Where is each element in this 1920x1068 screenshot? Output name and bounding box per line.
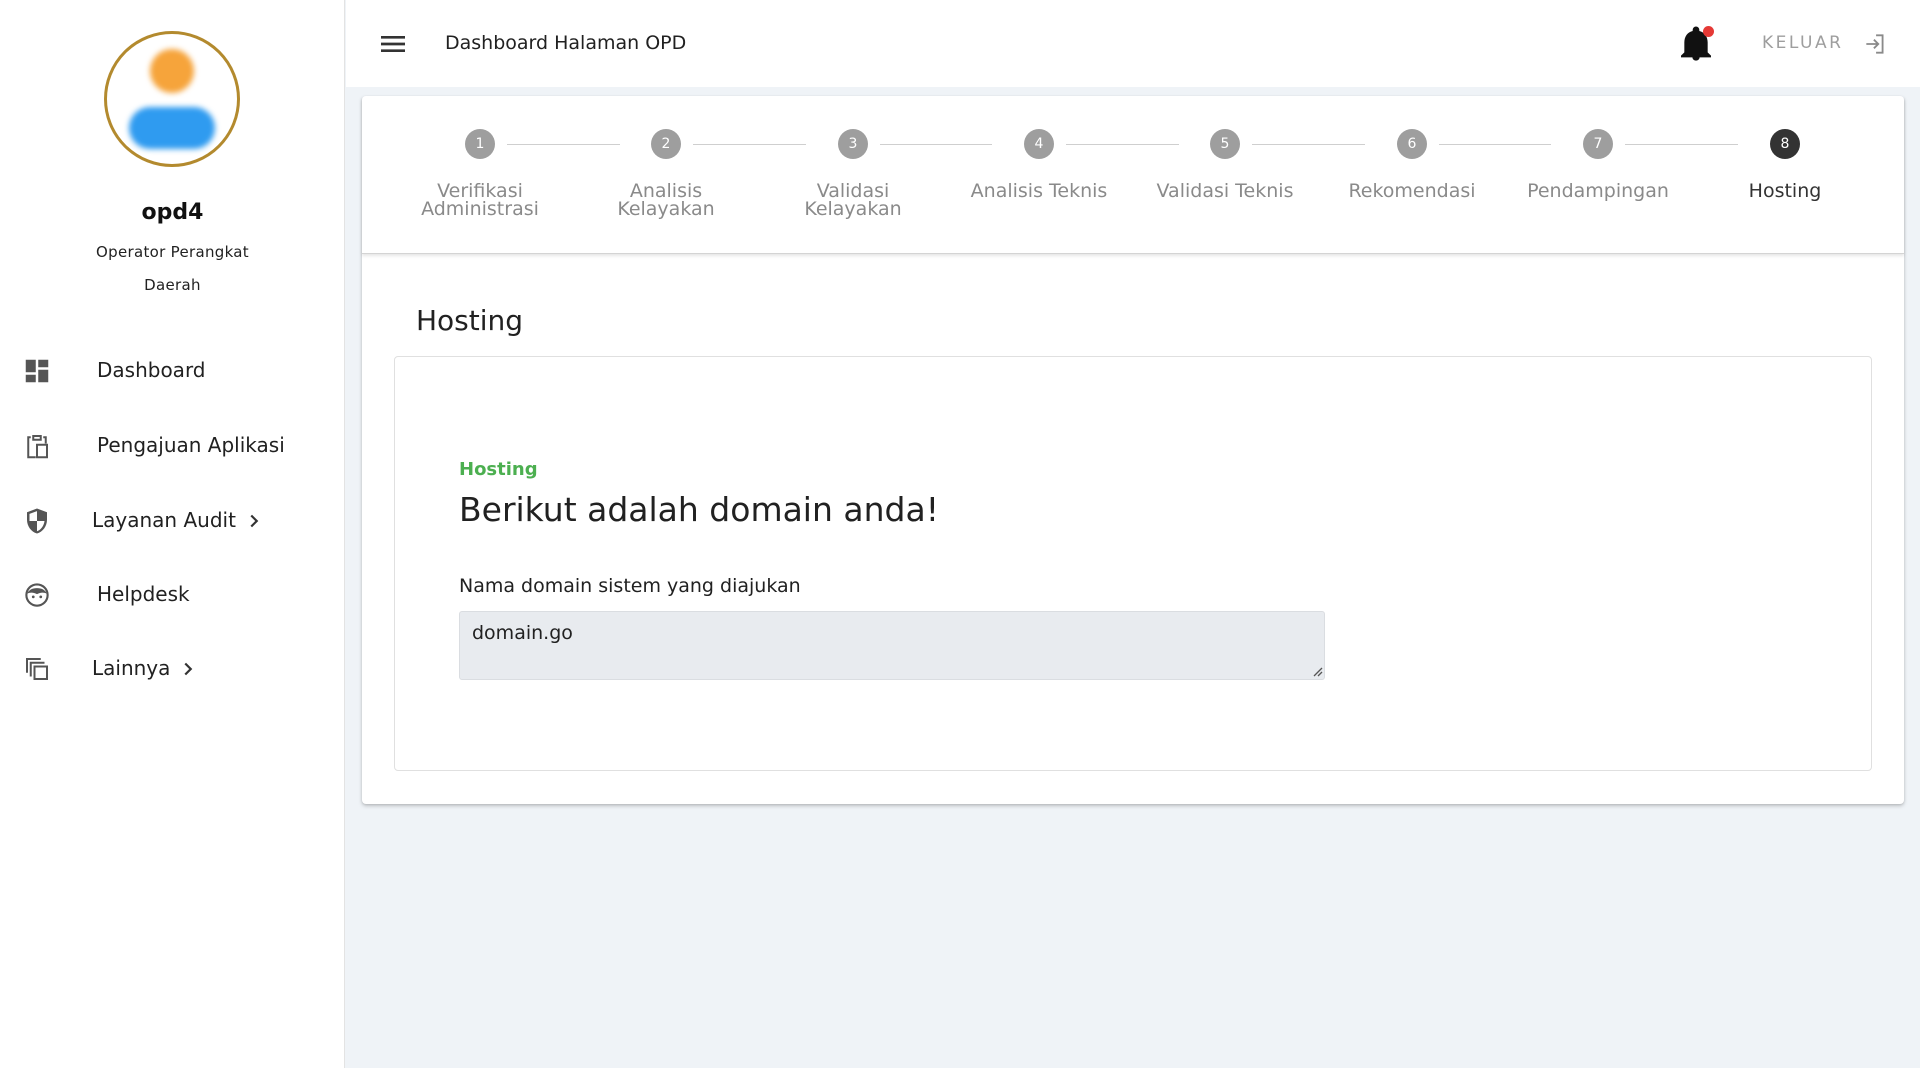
avatar-head (150, 49, 194, 93)
notification-badge (1703, 26, 1714, 37)
logout-button[interactable]: KELUAR (1762, 22, 1902, 66)
chevron-right-icon (250, 514, 259, 528)
step-number: 4 (1024, 129, 1054, 159)
step-label: Analisis Kelayakan (617, 180, 715, 220)
sidebar-item-label: Dashboard (97, 358, 206, 382)
step-5[interactable]: 5 Validasi Teknis (1132, 96, 1318, 254)
panel-heading: Berikut adalah domain anda! (459, 490, 939, 529)
user-role: Operator Perangkat Daerah (96, 243, 249, 294)
step-8[interactable]: 8 Hosting (1692, 96, 1878, 254)
step-label: Validasi Kelayakan (804, 180, 902, 220)
sidebar-item-label: Pengajuan Aplikasi (97, 433, 285, 457)
step-number: 2 (651, 129, 681, 159)
step-number: 6 (1397, 129, 1427, 159)
domain-field-label: Nama domain sistem yang diajukan (459, 575, 801, 597)
hosting-panel: Hosting Berikut adalah domain anda! Nama… (394, 356, 1872, 771)
stepper: 1 Verifikasi Administrasi 2 Analisis Kelay… (362, 96, 1904, 254)
sidebar-item-dashboard[interactable]: Dashboard (0, 341, 345, 401)
avatar-body (129, 107, 215, 149)
step-label: Hosting (1748, 180, 1822, 202)
step-4[interactable]: 4 Analisis Teknis (946, 96, 1132, 254)
sidebar-item-lainnya[interactable]: Lainnya (0, 639, 345, 699)
step-number: 7 (1583, 129, 1613, 159)
support-agent-icon (25, 583, 49, 607)
sidebar: opd4 Operator Perangkat Daerah Dashboard… (0, 0, 345, 1068)
step-number: 1 (465, 129, 495, 159)
step-number: 8 (1770, 129, 1800, 159)
sidebar-item-label: Lainnya (92, 656, 171, 680)
page-title: Dashboard Halaman OPD (445, 32, 687, 54)
panel-kicker: Hosting (459, 459, 538, 480)
step-label: Analisis Teknis (970, 180, 1108, 202)
shield-icon (27, 508, 47, 534)
step-1[interactable]: 1 Verifikasi Administrasi (387, 96, 573, 254)
chevron-right-icon (184, 662, 193, 676)
step-2[interactable]: 2 Analisis Kelayakan (573, 96, 759, 254)
step-7[interactable]: 7 Pendampingan (1505, 96, 1691, 254)
step-label: Verifikasi Administrasi (421, 180, 539, 220)
sidebar-item-helpdesk[interactable]: Helpdesk (0, 565, 345, 625)
step-6[interactable]: 6 Rekomendasi (1319, 96, 1505, 254)
hamburger-menu-icon[interactable] (377, 28, 409, 60)
dashboard-icon (25, 359, 49, 383)
section-title: Hosting (416, 304, 524, 337)
logout-icon (1866, 34, 1884, 54)
step-number: 5 (1210, 129, 1240, 159)
step-label: Rekomendasi (1348, 180, 1476, 202)
copy-icon (26, 658, 48, 680)
domain-field[interactable]: domain.go (459, 611, 1325, 680)
sidebar-item-pengajuan-aplikasi[interactable]: Pengajuan Aplikasi (0, 416, 345, 476)
avatar (104, 31, 240, 167)
main-card: 1 Verifikasi Administrasi 2 Analisis Kelay… (362, 96, 1904, 804)
sidebar-item-layanan-audit[interactable]: Layanan Audit (0, 491, 345, 551)
step-label: Validasi Teknis (1156, 180, 1294, 202)
step-label: Pendampingan (1527, 180, 1669, 202)
step-number: 3 (838, 129, 868, 159)
topbar: Dashboard Halaman OPD KELUAR (346, 0, 1920, 87)
logout-label: KELUAR (1762, 33, 1844, 53)
sidebar-item-label: Layanan Audit (92, 508, 236, 532)
step-3[interactable]: 3 Validasi Kelayakan (760, 96, 946, 254)
sidebar-item-label: Helpdesk (97, 582, 190, 606)
resize-handle-icon[interactable] (1311, 665, 1323, 677)
user-name: opd4 (141, 200, 204, 225)
clipboard-icon (27, 435, 48, 459)
